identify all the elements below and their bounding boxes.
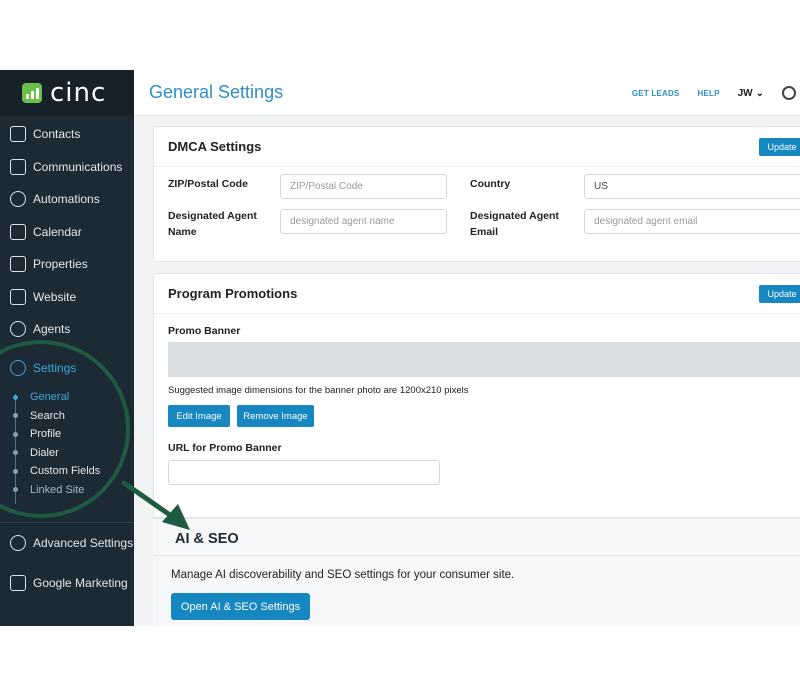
sidebar-item-label: Properties (33, 257, 88, 272)
edit-image-button[interactable]: Edit Image (168, 405, 230, 427)
sidebar-item-label: Agents (33, 322, 71, 337)
country-select[interactable]: US (584, 174, 800, 199)
sidebar-item-label: Website (33, 289, 77, 304)
at-icon (10, 321, 26, 338)
open-ai-seo-settings-button[interactable]: Open AI & SEO Settings (171, 593, 310, 620)
sidebar-item-contacts[interactable]: Contacts (0, 118, 134, 151)
app-window: cinc Contacts Communications Automations… (0, 70, 800, 626)
promo-url-input[interactable] (168, 460, 440, 485)
inbox-icon (10, 158, 26, 175)
ai-seo-title: AI & SEO (175, 531, 239, 547)
chevron-down-icon: ⌄ (755, 87, 764, 99)
ai-seo-section: AI & SEO Manage AI discoverability and S… (153, 518, 800, 626)
house-icon (10, 256, 26, 273)
page-title: General Settings (149, 82, 284, 102)
sidebar-item-google-marketing[interactable]: Google Marketing (0, 563, 134, 603)
country-label: Country (470, 178, 511, 190)
bar-chart-icon (10, 575, 26, 591)
settings-gear-icon[interactable] (782, 86, 796, 100)
promo-banner-image (168, 342, 800, 377)
agent-email-input[interactable]: designated agent email (584, 209, 800, 234)
sidebar-item-website[interactable]: Website (0, 281, 134, 314)
browser-icon (10, 288, 26, 305)
cinc-logo-icon (22, 83, 42, 103)
sidebar-item-label: Automations (33, 192, 100, 207)
sidebar-item-advanced-settings[interactable]: Advanced Settings (0, 523, 134, 563)
robot-icon (10, 191, 26, 208)
get-leads-link[interactable]: GET LEADS (632, 89, 680, 98)
top-header: General Settings GET LEADS HELP JW ⌄ (134, 70, 800, 116)
sidebar-item-agents[interactable]: Agents (0, 313, 134, 346)
agent-email-label-line2: Email (470, 226, 499, 238)
sidebar-item-automations[interactable]: Automations (0, 183, 134, 216)
sidebar-item-label: Calendar (33, 224, 82, 239)
zip-label: ZIP/Postal Code (168, 178, 248, 190)
logo-text: cinc (50, 78, 107, 108)
dmca-title: DMCA Settings (154, 127, 800, 167)
sidebar-item-calendar[interactable]: Calendar (0, 216, 134, 249)
sidebar-item-label: Communications (33, 159, 123, 174)
sidebar-item-label: Contacts (33, 127, 81, 142)
sidebar-bottom: Advanced Settings Google Marketing (0, 522, 134, 603)
calendar-icon (10, 223, 26, 240)
agent-email-label-line1: Designated Agent (470, 210, 559, 222)
gears-icon (10, 535, 26, 551)
dmca-settings-card: DMCA Settings Update ZIP/Postal Code ZIP… (153, 126, 800, 262)
sidebar-item-label: Advanced Settings (33, 536, 134, 550)
sidebar-item-communications[interactable]: Communications (0, 151, 134, 184)
contacts-icon (10, 126, 26, 143)
agent-name-label-line2: Name (168, 226, 197, 238)
banner-dimensions-note: Suggested image dimensions for the banne… (168, 385, 469, 396)
promo-banner-label: Promo Banner (168, 325, 241, 337)
logo[interactable]: cinc (0, 70, 134, 116)
program-promotions-card: Program Promotions Update Promo Banner S… (153, 273, 800, 518)
promotions-title: Program Promotions (154, 274, 800, 314)
user-initials: JW (737, 87, 753, 99)
header-actions: GET LEADS HELP JW ⌄ (632, 70, 800, 116)
ai-seo-description: Manage AI discoverability and SEO settin… (171, 569, 515, 581)
promo-url-label: URL for Promo Banner (168, 442, 282, 454)
sidebar-item-label: Google Marketing (33, 576, 128, 590)
remove-image-button[interactable]: Remove Image (237, 405, 314, 427)
promotions-update-button[interactable]: Update (759, 285, 800, 303)
agent-email-label: Designated Agent Email (470, 208, 559, 240)
ai-seo-divider (153, 555, 800, 556)
agent-name-label-line1: Designated Agent (168, 210, 257, 222)
user-menu[interactable]: JW ⌄ (738, 88, 764, 99)
sidebar-item-properties[interactable]: Properties (0, 248, 134, 281)
help-link[interactable]: HELP (697, 89, 719, 98)
agent-name-label: Designated Agent Name (168, 208, 257, 240)
zip-input[interactable]: ZIP/Postal Code (280, 174, 447, 199)
dmca-update-button[interactable]: Update (759, 138, 800, 156)
agent-name-input[interactable]: designated agent name (280, 209, 447, 234)
